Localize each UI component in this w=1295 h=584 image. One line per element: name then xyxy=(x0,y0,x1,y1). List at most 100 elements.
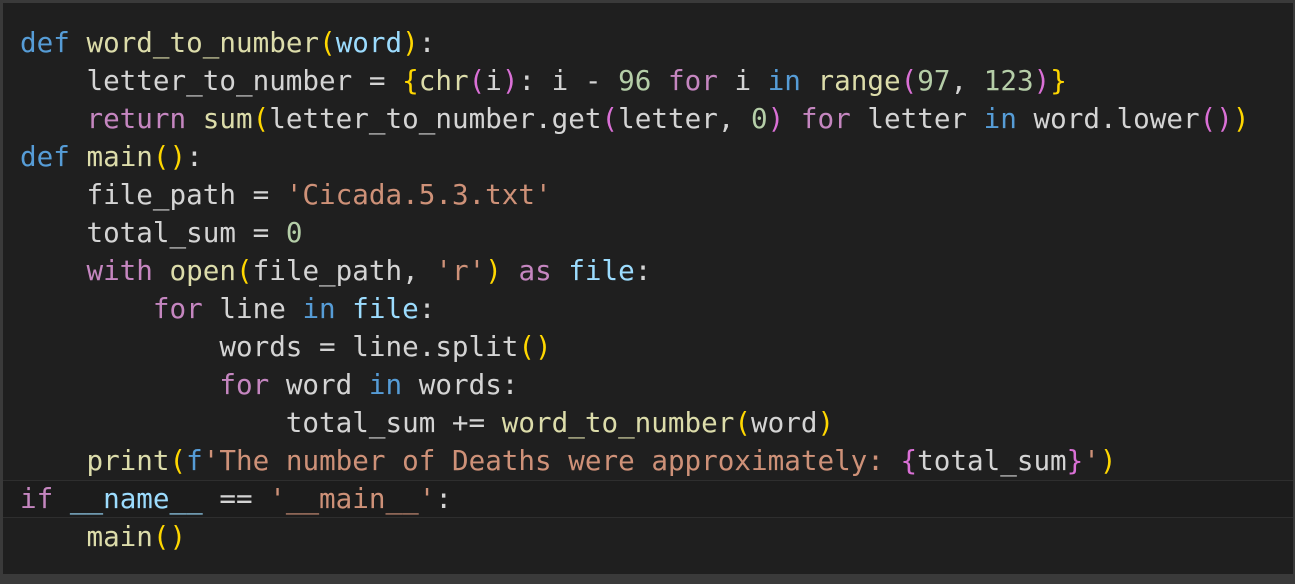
code-line[interactable]: with open(file_path, 'r') as file: xyxy=(20,252,1250,290)
code-line[interactable]: file_path = 'Cicada.5.3.txt' xyxy=(20,176,1250,214)
code-token: 0 xyxy=(285,216,303,249)
code-token: as xyxy=(518,254,552,287)
code-token: () xyxy=(1199,102,1233,135)
code-token: return xyxy=(86,102,187,135)
code-token: total_sum xyxy=(917,444,1067,477)
code-token: : xyxy=(186,140,203,173)
code-token: letter, xyxy=(618,102,752,135)
code-token: total_sum = xyxy=(20,216,286,249)
code-token: ( xyxy=(235,254,253,287)
code-token: def xyxy=(20,26,70,59)
code-token: file_path = xyxy=(20,178,286,211)
code-token: file xyxy=(352,292,419,325)
code-token: letter xyxy=(850,102,984,135)
code-token: if xyxy=(20,482,54,515)
code-token: ) xyxy=(1232,102,1250,135)
code-token: word_to_number xyxy=(501,406,735,439)
code-token: , xyxy=(950,64,984,97)
code-token: ( xyxy=(319,26,336,59)
code-token: ) xyxy=(402,26,419,59)
code-token: total_sum += xyxy=(20,406,502,439)
code-token: () xyxy=(518,330,552,363)
code-token: def xyxy=(20,140,70,173)
code-line[interactable]: def word_to_number(word): xyxy=(20,24,1250,62)
code-token: in xyxy=(302,292,336,325)
code-token: in xyxy=(368,368,403,401)
code-token: 96 xyxy=(618,64,652,97)
code-token: letter_to_number = xyxy=(20,64,403,97)
code-token: 123 xyxy=(983,64,1034,97)
code-token: with xyxy=(86,254,153,287)
code-token: 'The number of Deaths were approximately… xyxy=(202,444,901,477)
code-token: in xyxy=(983,102,1017,135)
code-token: line xyxy=(202,292,303,325)
code-token: : i - xyxy=(518,64,619,97)
code-line[interactable]: if __name__ == '__main__': xyxy=(3,480,1293,518)
code-token: ( xyxy=(601,102,619,135)
code-token: } xyxy=(1066,444,1084,477)
code-line[interactable]: main() xyxy=(20,518,1250,556)
code-token: word.lower xyxy=(1016,102,1200,135)
code-token: word xyxy=(269,368,369,401)
code-token: main xyxy=(86,520,153,553)
code-token: words: xyxy=(402,368,519,401)
code-token: chr xyxy=(418,64,469,97)
code-token: == xyxy=(202,482,270,515)
code-token: word xyxy=(335,26,403,59)
code-line[interactable]: letter_to_number = {chr(i): i - 96 for i… xyxy=(20,62,1250,100)
code-token: i xyxy=(485,64,502,97)
code-token: : xyxy=(418,26,436,59)
code-token: ( xyxy=(734,406,751,439)
code-token: ( xyxy=(252,102,270,135)
code-token: f xyxy=(186,444,203,477)
code-line[interactable]: return sum(letter_to_number.get(letter, … xyxy=(20,100,1250,138)
code-token: 97 xyxy=(917,64,951,97)
code-token: ) xyxy=(1099,444,1117,477)
code-token: : xyxy=(418,292,436,325)
code-token: { xyxy=(900,444,918,477)
code-editor[interactable]: def word_to_number(word): letter_to_numb… xyxy=(3,3,1293,574)
code-token: for xyxy=(668,64,718,97)
code-token: file xyxy=(568,254,635,287)
code-line[interactable]: for line in file: xyxy=(20,290,1250,328)
code-token: : xyxy=(634,254,652,287)
code-token: { xyxy=(402,64,419,97)
code-token: ) xyxy=(485,254,502,287)
code-token: '__main__' xyxy=(269,482,436,515)
code-token: for xyxy=(800,102,851,135)
code-token: 'r' xyxy=(435,254,486,287)
code-token: file_path, xyxy=(252,254,436,287)
code-line[interactable]: total_sum += word_to_number(word) xyxy=(20,404,1250,442)
code-line[interactable]: def main(): xyxy=(20,138,1250,176)
code-token: ( xyxy=(169,444,187,477)
code-line[interactable]: print(f'The number of Deaths were approx… xyxy=(20,442,1250,480)
code-area[interactable]: def word_to_number(word): letter_to_numb… xyxy=(3,24,1293,556)
code-token: word xyxy=(751,406,818,439)
code-token: () xyxy=(152,140,187,173)
code-token: for xyxy=(152,292,203,325)
code-token: open xyxy=(169,254,236,287)
code-token: word_to_number xyxy=(86,26,320,59)
code-token: 0 xyxy=(751,102,768,135)
code-token: i xyxy=(717,64,768,97)
code-token: 'Cicada.5.3.txt' xyxy=(285,178,552,211)
code-line[interactable]: words = line.split() xyxy=(20,328,1250,366)
code-token: ( xyxy=(468,64,486,97)
code-line[interactable]: for word in words: xyxy=(20,366,1250,404)
code-token: ) xyxy=(817,406,835,439)
code-line[interactable]: total_sum = 0 xyxy=(20,214,1250,252)
code-token: main xyxy=(86,140,153,173)
code-token: for xyxy=(219,368,270,401)
